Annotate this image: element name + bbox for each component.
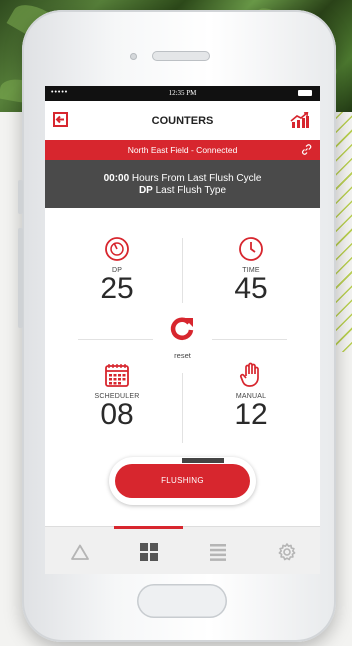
info-panel: 00:00 Hours From Last Flush Cycle DP Las… xyxy=(45,160,320,208)
list-icon xyxy=(209,543,226,561)
reset-icon[interactable] xyxy=(166,314,199,349)
phone-side-button xyxy=(18,228,23,328)
app-screen: ••••• 12:35 PM COUNTERS North East Field… xyxy=(45,86,320,574)
app-header: COUNTERS xyxy=(45,101,320,140)
counter-time: TIME 45 xyxy=(201,236,301,304)
status-bar: ••••• 12:35 PM xyxy=(45,86,320,101)
counter-value: 12 xyxy=(234,398,268,431)
link-icon[interactable] xyxy=(301,144,312,157)
divider xyxy=(182,238,183,303)
counter-dp: DP 25 xyxy=(67,236,167,304)
counter-scheduler: SCHEDULER 08 xyxy=(67,362,167,430)
grid-icon xyxy=(139,543,158,561)
page-title: COUNTERS xyxy=(151,115,214,127)
tab-alerts[interactable] xyxy=(45,534,114,570)
tab-counters[interactable] xyxy=(114,534,183,570)
phone-camera xyxy=(130,53,137,60)
trend-chart-icon[interactable] xyxy=(290,111,310,133)
last-flush-type: DP Last Flush Type xyxy=(138,185,227,196)
status-time: 12:35 PM xyxy=(168,89,197,97)
calendar-icon xyxy=(105,364,129,387)
counter-value: 45 xyxy=(234,272,268,305)
reset-label[interactable]: reset xyxy=(45,351,320,360)
gear-icon xyxy=(278,543,295,561)
tab-settings[interactable] xyxy=(252,534,320,570)
connection-banner: North East Field - Connected xyxy=(45,140,320,160)
divider xyxy=(212,339,287,340)
tab-list[interactable] xyxy=(183,534,252,570)
phone-side-button xyxy=(18,180,23,214)
counter-manual: MANUAL 12 xyxy=(201,362,301,430)
flush-indicator xyxy=(182,458,224,463)
divider xyxy=(78,339,153,340)
alert-triangle-icon xyxy=(70,544,89,560)
flushing-button[interactable]: FLUSHING xyxy=(115,464,250,498)
counter-value: 25 xyxy=(100,272,134,305)
battery-icon xyxy=(298,90,312,96)
phone-home-button[interactable] xyxy=(137,584,227,618)
divider xyxy=(182,373,183,443)
hand-icon xyxy=(240,362,259,387)
phone-speaker xyxy=(152,51,210,61)
connection-text: North East Field - Connected xyxy=(127,145,238,155)
counter-value: 08 xyxy=(100,398,134,431)
gauge-icon xyxy=(105,237,129,261)
clock-icon xyxy=(239,237,263,261)
last-flush-hours: 00:00 Hours From Last Flush Cycle xyxy=(103,173,262,184)
active-tab-indicator xyxy=(114,526,183,529)
